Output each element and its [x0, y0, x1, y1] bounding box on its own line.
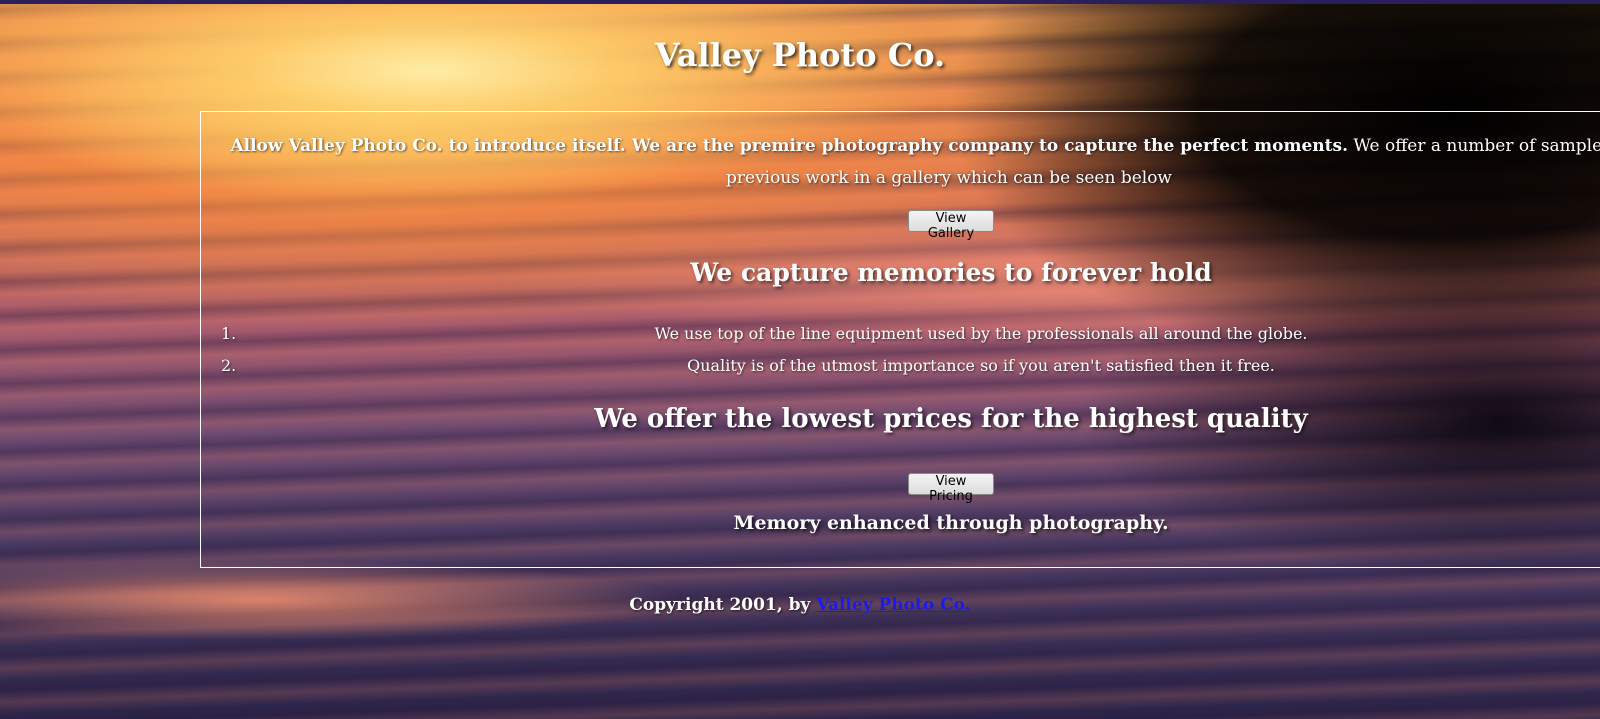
- list-item: 2. Quality is of the utmost importance s…: [221, 350, 1600, 382]
- list-item-text: Quality is of the utmost importance so i…: [687, 356, 1275, 375]
- page-content: Valley Photo Co. Allow Valley Photo Co. …: [0, 0, 1600, 719]
- main-content-box: Allow Valley Photo Co. to introduce itse…: [200, 111, 1600, 568]
- company-link[interactable]: Valley Photo Co.: [816, 595, 970, 615]
- copyright-text: Copyright 2001, by: [629, 595, 817, 615]
- prices-heading: We offer the lowest prices for the highe…: [594, 404, 1308, 434]
- features-list: 1. We use top of the line equipment used…: [221, 318, 1600, 382]
- view-pricing-button[interactable]: View Pricing: [908, 473, 994, 504]
- list-item-text: We use top of the line equipment used by…: [654, 324, 1308, 343]
- capture-heading: We capture memories to forever hold: [690, 258, 1212, 287]
- list-item: 1. We use top of the line equipment used…: [221, 318, 1600, 350]
- intro-bold-text: Allow Valley Photo Co. to introduce itse…: [230, 136, 1348, 156]
- view-gallery-button[interactable]: View Gallery: [908, 210, 994, 241]
- tagline: Memory enhanced through photography.: [733, 512, 1169, 534]
- site-title: Valley Photo Co.: [654, 36, 946, 74]
- footer: Copyright 2001, by Valley Photo Co.: [0, 595, 1600, 615]
- intro-paragraph: Allow Valley Photo Co. to introduce itse…: [201, 130, 1600, 194]
